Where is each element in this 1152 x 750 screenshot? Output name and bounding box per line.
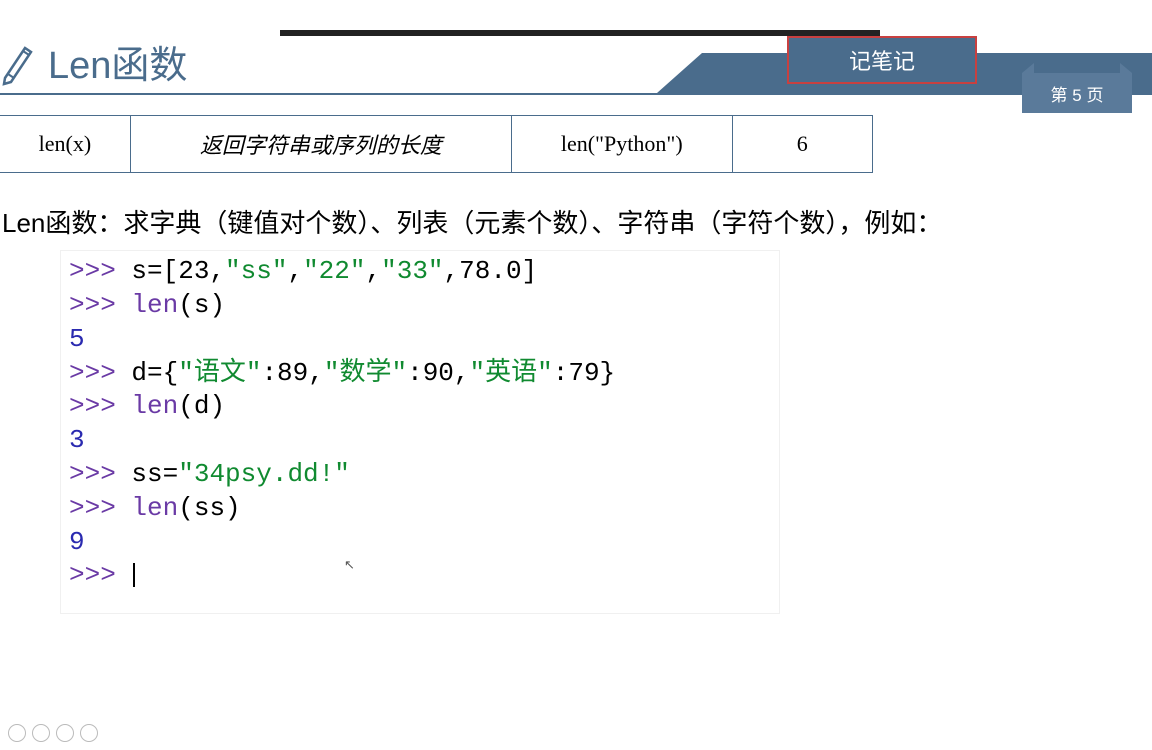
- page-number-tab: 第 5 页: [1022, 73, 1132, 113]
- repl-prompt: >>>: [69, 391, 131, 421]
- pencil-icon: [0, 34, 40, 89]
- cell-result: 6: [732, 116, 872, 173]
- code-line: >>>: [69, 559, 771, 593]
- repl-prompt: >>>: [69, 459, 131, 489]
- slide-header: Len函数 记笔记 第 5 页: [0, 30, 1152, 95]
- take-notes-button[interactable]: 记笔记: [787, 36, 977, 84]
- description-text: Len函数：求字典（键值对个数）、列表（元素个数）、字符串（字符个数），例如：: [0, 201, 1152, 245]
- repl-prompt: >>>: [69, 560, 131, 590]
- code-line: >>> ss="34psy.dd!": [69, 458, 771, 492]
- tool-circle-icon[interactable]: [56, 724, 74, 742]
- text-cursor: [133, 563, 135, 587]
- footer-toolbar: [8, 724, 98, 742]
- cell-desc: 返回字符串或序列的长度: [130, 116, 511, 173]
- cell-syntax: len(x): [0, 116, 130, 173]
- code-line: >>> len(ss): [69, 492, 771, 526]
- mouse-cursor-icon: ↖: [344, 557, 355, 573]
- len-info-table: len(x) 返回字符串或序列的长度 len("Python") 6: [0, 115, 873, 173]
- code-line: >>> s=[23,"ss","22","33",78.0]: [69, 255, 771, 289]
- repl-prompt: >>>: [69, 290, 131, 320]
- header-angle-deco: [657, 53, 702, 93]
- repl-prompt: >>>: [69, 256, 131, 286]
- tool-circle-icon[interactable]: [8, 724, 26, 742]
- code-line: >>> len(d): [69, 390, 771, 424]
- code-line: >>> d={"语文":89,"数学":90,"英语":79}: [69, 357, 771, 391]
- tool-circle-icon[interactable]: [32, 724, 50, 742]
- code-line: >>> len(s): [69, 289, 771, 323]
- code-output: 9: [69, 526, 771, 560]
- repl-prompt: >>>: [69, 358, 131, 388]
- code-output: 3: [69, 424, 771, 458]
- cell-example: len("Python"): [511, 116, 732, 173]
- repl-prompt: >>>: [69, 493, 131, 523]
- code-output: 5: [69, 323, 771, 357]
- tool-circle-icon[interactable]: [80, 724, 98, 742]
- slide-title: Len函数: [48, 34, 187, 89]
- table-row: len(x) 返回字符串或序列的长度 len("Python") 6: [0, 116, 873, 173]
- code-block: >>> s=[23,"ss","22","33",78.0] >>> len(s…: [60, 250, 780, 614]
